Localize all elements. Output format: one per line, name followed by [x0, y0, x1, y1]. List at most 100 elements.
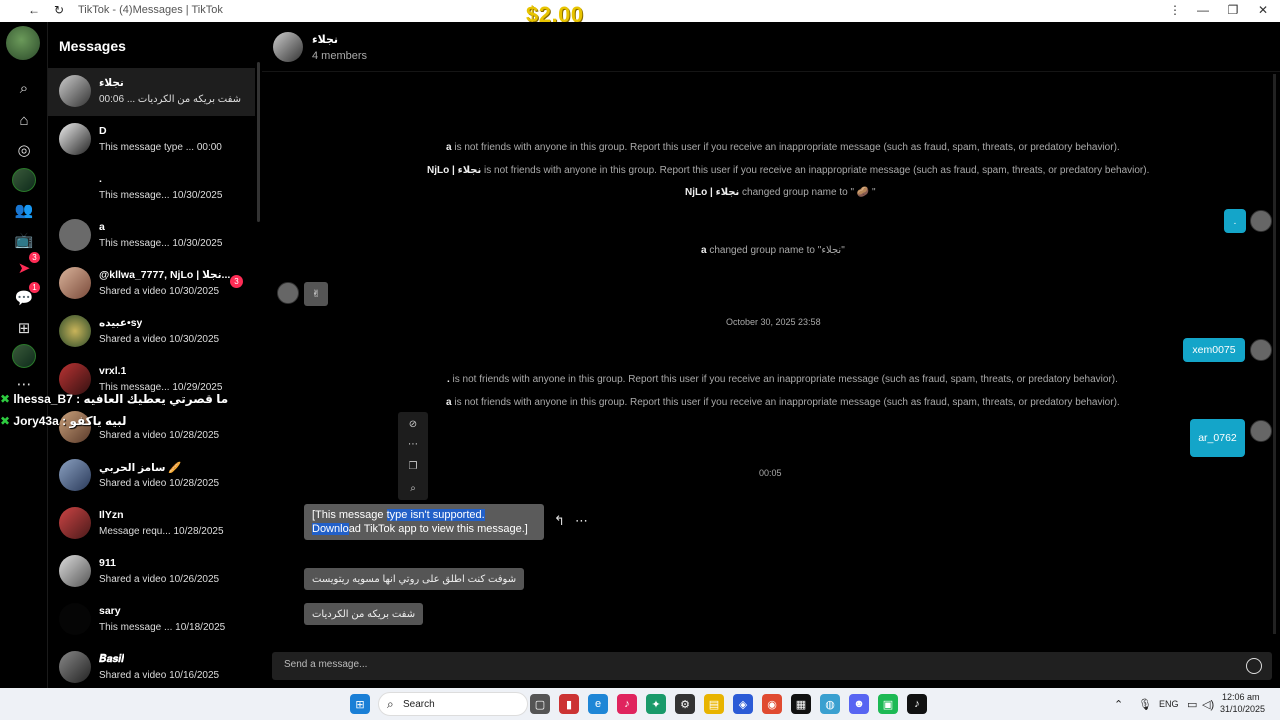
start-icon[interactable]: ⊞ — [350, 694, 370, 714]
incoming-message[interactable]: شفت بريكه من الكرديات — [304, 603, 424, 625]
chat-scrollbar[interactable] — [1273, 74, 1276, 634]
maximize-button[interactable]: ❐ — [1218, 3, 1248, 17]
window-titlebar: ← ↻ TikTok - (4)Messages | TikTok ⋮ — ❐ … — [0, 0, 1280, 22]
sender-avatar[interactable] — [1250, 210, 1272, 232]
tray-chevron-icon[interactable]: ⌃ — [1114, 698, 1123, 711]
conversation-item[interactable]: . This message... 10/30/2025 — [48, 164, 255, 212]
app-icon[interactable]: ▣ — [878, 694, 898, 714]
clock-date[interactable]: 31/10/2025 — [1220, 704, 1265, 714]
conversation-item[interactable]: سامز الحربي 🥖 Shared a video 10/28/2025 — [48, 452, 255, 500]
live-icon[interactable]: 📺 — [12, 228, 36, 252]
hide-icon[interactable]: ⊘ — [398, 414, 428, 434]
conversation-name: سامز الحربي 🥖 — [99, 462, 182, 474]
sender-avatar[interactable] — [1250, 420, 1272, 442]
search-icon[interactable]: ⌕ — [12, 76, 36, 100]
refresh-icon[interactable]: ↻ — [54, 3, 64, 17]
conversation-item[interactable]: sary This message ... 10/18/2025 — [48, 596, 255, 644]
settings-icon[interactable]: ⚙ — [675, 694, 695, 714]
app-icon[interactable]: ▦ — [791, 694, 811, 714]
profile-avatar[interactable] — [12, 344, 36, 368]
conversation-preview: This message... 10/30/2025 — [99, 190, 223, 201]
app-icon[interactable]: ✦ — [646, 694, 666, 714]
member-count[interactable]: 4 members — [312, 50, 367, 62]
sender-avatar[interactable] — [1250, 339, 1272, 361]
clock-time[interactable]: 12:06 am — [1222, 692, 1260, 702]
conversation-preview: This message ... 10/18/2025 — [99, 622, 226, 633]
conversation-item[interactable]: 𝑩𝒂𝒔𝒊𝒍 Shared a video 10/16/2025 — [48, 644, 255, 692]
app-icon[interactable]: ◍ — [820, 694, 840, 714]
chrome-icon[interactable]: ◉ — [762, 694, 782, 714]
unread-badge: 3 — [230, 275, 243, 288]
following-icon[interactable] — [12, 168, 36, 192]
message-composer[interactable]: Send a message... — [272, 652, 1272, 680]
more-icon[interactable]: ⋯ — [398, 434, 428, 454]
conversation-preview: Shared a video 10/16/2025 — [99, 670, 220, 681]
incoming-message[interactable]: شوفت كنت اطلق على روتي انها مسويه ريتويس… — [304, 568, 525, 590]
conversation-preview: Shared a video 10/28/2025 — [99, 430, 220, 441]
conversation-item[interactable]: IlYzn Message requ... 10/28/2025 — [48, 500, 255, 548]
copy-icon[interactable]: ❐ — [398, 456, 428, 476]
discord-icon[interactable]: ☻ — [849, 694, 869, 714]
home-icon[interactable]: ⌂ — [12, 108, 36, 132]
messages-icon[interactable]: 💬 1 — [12, 282, 40, 310]
back-icon[interactable]: ← — [28, 3, 40, 17]
app-icon[interactable]: ♪ — [617, 694, 637, 714]
conversation-item[interactable]: a This message... 10/30/2025 — [48, 212, 255, 260]
file-explorer-icon[interactable]: ▤ — [704, 694, 724, 714]
friends-icon[interactable]: 👥 — [12, 198, 36, 222]
avatar — [59, 123, 91, 155]
tiktok-icon[interactable]: ♪ — [907, 694, 927, 714]
stream-chat-line: ✖ Jory43a : لبيه ياكفو — [0, 414, 127, 428]
app-icon[interactable]: ▮ — [559, 694, 579, 714]
unsupported-message[interactable]: [This message type isn't supported. Down… — [304, 504, 544, 540]
conversation-item[interactable]: Shared a video 10/28/2025 — [48, 404, 255, 452]
minimize-button[interactable]: — — [1188, 3, 1218, 17]
conversation-item[interactable]: 911 Shared a video 10/26/2025 — [48, 548, 255, 596]
system-message: a is not friends with anyone in this gro… — [446, 142, 1120, 153]
more-actions-icon[interactable]: ⋯ — [575, 513, 588, 529]
outgoing-message[interactable]: xem0075 — [1183, 338, 1245, 362]
timestamp-separator: 00:05 — [759, 468, 782, 478]
language-indicator[interactable]: ENG — [1159, 699, 1179, 709]
conversation-item[interactable]: @kllwa_7777, NjLo | نجلا... Shared a vid… — [48, 260, 255, 308]
sender-avatar[interactable] — [277, 282, 299, 304]
upload-icon[interactable]: ⊞ — [12, 316, 36, 340]
conversation-preview: شفت بريكه من الكرديات ... 00:06 — [99, 94, 242, 105]
outgoing-message[interactable]: ar_0762 — [1190, 419, 1245, 457]
conversation-item[interactable]: عبيده•sy Shared a video 10/30/2025 — [48, 308, 255, 356]
incoming-message[interactable]: ✌ — [304, 282, 329, 306]
close-button[interactable]: ✕ — [1248, 3, 1278, 17]
conversation-scrollbar[interactable] — [257, 62, 260, 222]
conversation-item[interactable]: D This message type ... 00:00 — [48, 116, 255, 164]
group-avatar[interactable] — [273, 32, 303, 62]
reply-icon[interactable]: ↰ — [554, 513, 565, 529]
messages-badge: 1 — [29, 282, 40, 293]
conversation-list: Messages نجلاء شفت بريكه من الكرديات ...… — [48, 22, 260, 688]
taskbar-search[interactable]: ⌕ Search — [378, 692, 528, 716]
emoji-icon[interactable] — [1246, 658, 1262, 674]
task-view-icon[interactable]: ▢ — [530, 694, 550, 714]
search-icon[interactable]: ⌕ — [398, 478, 428, 498]
chat-panel: نجلاء 4 members a is not friends with an… — [262, 22, 1280, 688]
network-icon[interactable]: ▭ — [1187, 698, 1197, 711]
volume-icon[interactable]: ◁) — [1202, 698, 1214, 711]
app-icon[interactable]: ◈ — [733, 694, 753, 714]
message-input[interactable]: Send a message... — [284, 659, 367, 670]
edge-icon[interactable]: e — [588, 694, 608, 714]
conversation-preview: Shared a video 10/30/2025 — [99, 286, 220, 297]
conversation-item[interactable]: نجلاء شفت بريكه من الكرديات ... 00:06 — [48, 68, 255, 116]
left-icon-rail: ⌕ ⌂ ◎ 👥 📺 ➤ 3 💬 1 ⊞ ⋯ — [0, 22, 48, 688]
outgoing-message[interactable]: . — [1224, 209, 1246, 233]
inbox-icon[interactable]: ➤ 3 — [12, 252, 40, 280]
stream-chat-line: ✖ lhessa_B7 : ما قصرتي يعطيك العافيه — [0, 392, 229, 406]
avatar — [59, 267, 91, 299]
microphone-icon[interactable]: 🎙 — [1138, 698, 1152, 711]
explore-icon[interactable]: ◎ — [12, 138, 36, 162]
conversation-name: D — [99, 125, 107, 137]
menu-icon[interactable]: ⋮ — [1160, 3, 1190, 17]
timestamp-separator: October 30, 2025 23:58 — [726, 317, 821, 327]
group-name[interactable]: نجلاء — [312, 33, 338, 46]
conversation-name: نجلاء — [99, 77, 124, 89]
search-icon: ⌕ — [387, 697, 394, 711]
conversation-name: . — [99, 173, 102, 185]
